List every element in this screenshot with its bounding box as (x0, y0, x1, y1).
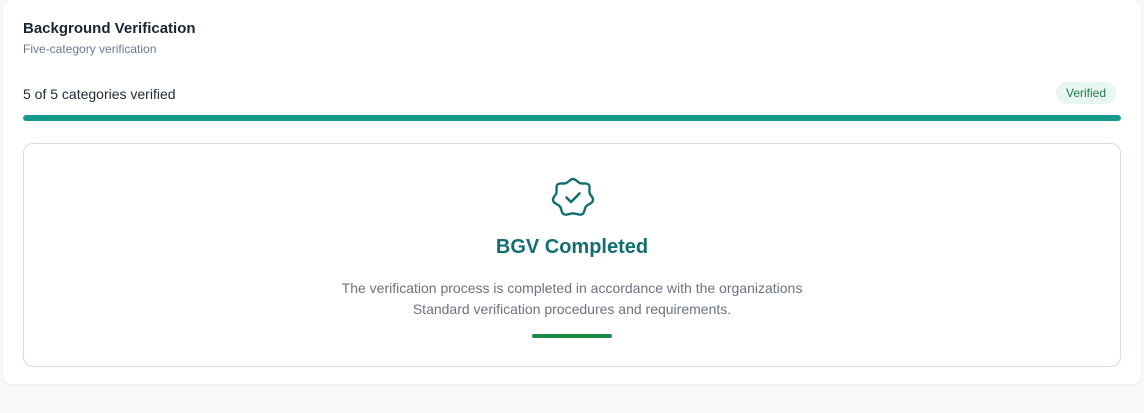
completion-panel: BGV Completed The verification process i… (23, 143, 1121, 367)
verified-seal-icon (551, 177, 595, 216)
completion-title: BGV Completed (495, 236, 649, 258)
completion-description: The verification process is completed in… (24, 278, 1120, 320)
description-line-2: Standard verification procedures and req… (412, 301, 732, 317)
accent-divider (532, 334, 612, 338)
status-badge: Verified (1056, 82, 1117, 104)
description-line-1: The verification process is completed in… (341, 280, 803, 296)
card-subtitle: Five-category verification (23, 42, 157, 56)
progress-bar-fill (23, 115, 1121, 121)
progress-label: 5 of 5 categories verified (23, 86, 176, 102)
card-title: Background Verification (23, 20, 196, 37)
progress-bar (23, 115, 1121, 121)
background-verification-card: Background Verification Five-category ve… (3, 0, 1141, 384)
